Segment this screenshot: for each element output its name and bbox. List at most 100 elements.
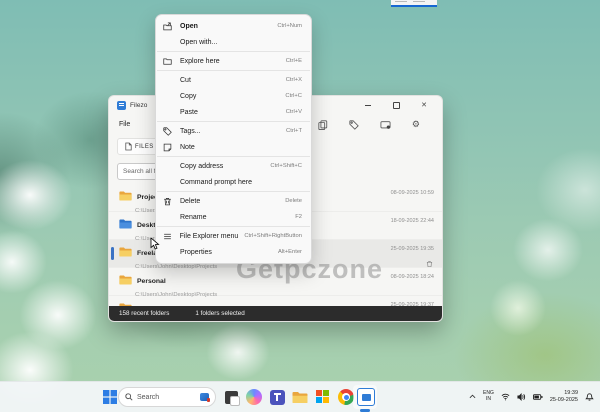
menu-item-label: Command prompt here bbox=[180, 179, 296, 186]
active-app-indicator bbox=[360, 409, 370, 412]
folder-date: 18-09-2025 22:44 bbox=[391, 218, 434, 224]
taskbar-search[interactable]: Search bbox=[118, 387, 216, 407]
task-view-button[interactable] bbox=[221, 387, 241, 407]
window-title: Filezo bbox=[130, 102, 147, 109]
trash-icon bbox=[163, 197, 180, 206]
menu-item-shortcut: Ctrl+Num bbox=[277, 23, 302, 29]
menu-item-shortcut: Ctrl+E bbox=[286, 58, 302, 64]
windows-logo-icon bbox=[103, 390, 117, 404]
tab-files-label: FILES bbox=[135, 144, 154, 150]
screen-share-icon[interactable] bbox=[380, 120, 391, 130]
tray-date: 25-09-2025 bbox=[550, 397, 578, 404]
copy-page-icon[interactable] bbox=[318, 120, 328, 130]
desktop: Filezo ✕ File View bbox=[0, 0, 600, 412]
tray-clock[interactable]: 19:39 25-09-2025 bbox=[550, 390, 578, 403]
menu-item-shortcut: Ctrl+Shift+RightButton bbox=[244, 233, 302, 239]
menu-item-file-explorer-menu[interactable]: File Explorer menu Ctrl+Shift+RightButton bbox=[156, 228, 311, 244]
folder-icon bbox=[292, 391, 308, 404]
mouse-cursor bbox=[150, 238, 160, 250]
menu-item-label: Open with... bbox=[180, 39, 296, 46]
folder-row-head-office[interactable]: Head Office25-09-2025 19:37 bbox=[109, 296, 442, 306]
open-icon bbox=[163, 22, 180, 31]
maximize-button[interactable] bbox=[390, 100, 402, 110]
folder-name: Personal bbox=[137, 278, 166, 285]
task-view-icon bbox=[225, 391, 238, 404]
teams-icon bbox=[270, 390, 285, 405]
menu-item-label: Delete bbox=[180, 198, 279, 205]
menu-item-label: Tags... bbox=[180, 128, 280, 135]
menu-item-shortcut: Ctrl+X bbox=[286, 77, 302, 83]
battery-icon[interactable] bbox=[533, 388, 543, 406]
menu-item-note[interactable]: Note bbox=[156, 139, 311, 155]
menu-item-delete[interactable]: Delete Delete bbox=[156, 193, 311, 209]
menu-item-properties[interactable]: Properties Alt+Enter bbox=[156, 244, 311, 260]
menu-item-label: File Explorer menu bbox=[180, 233, 239, 240]
menu-item-explore-here[interactable]: Explore here Ctrl+E bbox=[156, 53, 311, 69]
tag-icon[interactable] bbox=[349, 120, 359, 130]
blue-folder-icon bbox=[119, 216, 132, 234]
system-tray: ENG IN 1 bbox=[469, 382, 600, 412]
menu-item-shortcut: Ctrl+Shift+C bbox=[270, 163, 302, 169]
menu-separator bbox=[157, 51, 310, 52]
menu-item-label: Paste bbox=[180, 109, 280, 116]
menu-item-shortcut: Ctrl+T bbox=[286, 128, 302, 134]
filezo-app-icon bbox=[117, 101, 126, 110]
notifications-bell-icon[interactable] bbox=[585, 388, 594, 406]
filezo-taskbar-button[interactable] bbox=[357, 388, 375, 406]
recorder-dash-icon bbox=[395, 1, 407, 2]
menu-item-open-with[interactable]: Open with... bbox=[156, 34, 311, 50]
wifi-icon[interactable] bbox=[501, 388, 510, 406]
menu-item-rename[interactable]: RenameF2 bbox=[156, 209, 311, 225]
menu-item-copy[interactable]: Copy Ctrl+C bbox=[156, 88, 311, 104]
microsoft-store-button[interactable] bbox=[313, 387, 333, 407]
close-button[interactable]: ✕ bbox=[418, 100, 430, 110]
folder-icon bbox=[163, 57, 180, 66]
search-highlight-icon bbox=[200, 393, 209, 401]
menu-item-shortcut: Ctrl+C bbox=[285, 93, 302, 99]
menu-item-cut[interactable]: Cut Ctrl+X bbox=[156, 72, 311, 88]
menu-separator bbox=[157, 191, 310, 192]
menu-item-label: Open bbox=[180, 23, 271, 30]
yellow-folder-icon bbox=[119, 272, 132, 290]
speaker-icon[interactable] bbox=[517, 388, 526, 406]
menu-item-shortcut: Ctrl+V bbox=[286, 109, 302, 115]
menu-item-shortcut: Alt+Enter bbox=[278, 249, 302, 255]
menu-item-label: Cut bbox=[180, 77, 280, 84]
menu-item-copy-address[interactable]: Copy addressCtrl+Shift+C bbox=[156, 158, 311, 174]
menu-item-label: Explore here bbox=[180, 58, 280, 65]
recorder-dash-icon bbox=[413, 1, 425, 2]
language-indicator[interactable]: ENG IN bbox=[483, 391, 494, 403]
chrome-icon bbox=[338, 389, 354, 405]
folder-date: 25-09-2025 19:35 bbox=[391, 246, 434, 252]
menu-separator bbox=[157, 121, 310, 122]
yellow-folder-icon bbox=[119, 244, 132, 262]
menu-separator bbox=[157, 226, 310, 227]
microsoft-logo-icon bbox=[316, 390, 330, 404]
minimize-button[interactable] bbox=[362, 100, 374, 110]
teams-button[interactable] bbox=[267, 387, 287, 407]
tag-icon bbox=[163, 127, 180, 136]
screen-recorder-toolbar[interactable] bbox=[391, 0, 437, 7]
taskbar: Search ENG IN bbox=[0, 381, 600, 412]
menu-item-label: Properties bbox=[180, 249, 272, 256]
taskbar-search-label: Search bbox=[137, 394, 196, 401]
menu-item-label: Rename bbox=[180, 214, 289, 221]
file-explorer-button[interactable] bbox=[290, 387, 310, 407]
menu-item-open[interactable]: Open Ctrl+Num bbox=[156, 18, 311, 34]
note-icon bbox=[163, 143, 180, 152]
context-menu: Open Ctrl+Num Open with... Explore here Ctrl… bbox=[155, 14, 312, 264]
document-icon bbox=[125, 142, 132, 151]
status-selected: 1 folders selected bbox=[195, 310, 244, 317]
search-icon bbox=[125, 393, 133, 401]
settings-gear-icon[interactable]: ⚙ bbox=[412, 120, 420, 129]
folder-date: 08-09-2025 18:24 bbox=[391, 274, 434, 280]
menu-item-paste[interactable]: Paste Ctrl+V bbox=[156, 104, 311, 120]
menu-file[interactable]: File bbox=[119, 121, 130, 128]
menu-item-label: Copy bbox=[180, 93, 279, 100]
menu-item-shortcut: Delete bbox=[285, 198, 302, 204]
menu-item-tags[interactable]: Tags... Ctrl+T bbox=[156, 123, 311, 139]
menu-item-command-prompt-here[interactable]: Command prompt here bbox=[156, 174, 311, 190]
tray-chevron-up-icon[interactable] bbox=[469, 394, 476, 401]
copilot-button[interactable] bbox=[244, 387, 264, 407]
start-button[interactable] bbox=[100, 387, 120, 407]
